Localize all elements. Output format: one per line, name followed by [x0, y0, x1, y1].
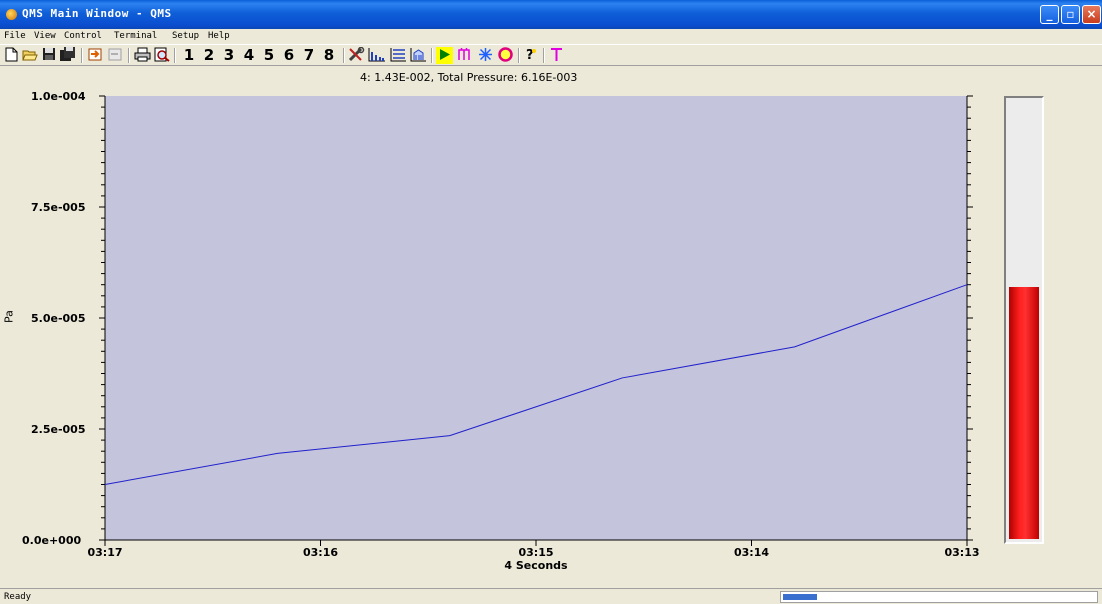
text-icon[interactable]: [548, 47, 565, 64]
x-tick-label: 03:17: [87, 546, 122, 559]
restore-button[interactable]: ▫: [1061, 5, 1080, 24]
new-file-icon[interactable]: [4, 47, 18, 64]
y-tick-label: 2.5e-005: [31, 423, 85, 436]
menu-bar: File View Control Terminal Setup Help: [0, 29, 1102, 44]
status-text: Ready: [4, 592, 32, 602]
list-icon[interactable]: [390, 47, 407, 64]
print-preview-icon[interactable]: [154, 47, 170, 64]
x-axis-label: 4 Seconds: [504, 559, 568, 572]
scan-icon[interactable]: [457, 47, 474, 64]
progress-bar: [780, 591, 1098, 603]
toolbar-separator: [343, 48, 345, 63]
channel-4-button[interactable]: 4: [240, 47, 258, 64]
toolbar: 1 2 3 4 5 6 7 8 ?: [0, 44, 1102, 66]
channel-3-button[interactable]: 3: [220, 47, 238, 64]
print-icon[interactable]: [134, 47, 151, 64]
channel-6-button[interactable]: 6: [280, 47, 298, 64]
menu-terminal[interactable]: Terminal: [114, 31, 157, 41]
save-icon[interactable]: [41, 47, 56, 64]
open-folder-icon[interactable]: [22, 47, 38, 64]
channel-5-button[interactable]: 5: [260, 47, 278, 64]
table-icon[interactable]: [410, 47, 427, 64]
channel-7-button[interactable]: 7: [300, 47, 318, 64]
x-tick-label: 03:15: [518, 546, 553, 559]
y-axis-label: Pa: [2, 310, 16, 323]
save-all-icon[interactable]: [59, 47, 76, 64]
pressure-gauge: [1004, 96, 1044, 544]
gauge-fill: [1009, 287, 1039, 539]
import-icon[interactable]: [87, 47, 103, 64]
window-title: QMS Main Window - QMS: [22, 7, 172, 20]
toolbar-separator: [543, 48, 545, 63]
y-tick-label: 5.0e-005: [31, 312, 85, 325]
play-icon[interactable]: [436, 47, 453, 64]
channel-2-button[interactable]: 2: [200, 47, 218, 64]
toolbar-separator: [81, 48, 83, 63]
help-icon[interactable]: ?: [522, 47, 539, 64]
x-tick-label: 03:14: [734, 546, 769, 559]
x-tick-label: 03:13: [944, 546, 979, 559]
toolbar-separator: [174, 48, 176, 63]
y-tick-label: 7.5e-005: [31, 201, 85, 214]
menu-setup[interactable]: Setup: [172, 31, 199, 41]
y-tick-label: 0.0e+000: [22, 534, 81, 547]
app-icon: [6, 9, 17, 20]
circle-icon[interactable]: [497, 47, 514, 64]
menu-help[interactable]: Help: [208, 31, 230, 41]
y-tick-label: 1.0e-004: [31, 90, 86, 103]
export-icon[interactable]: [107, 47, 123, 64]
title-bar: QMS Main Window - QMS _ ▫ ×: [0, 0, 1102, 29]
pressure-chart: 0.0e+000 2.5e-005 5.0e-005 7.5e-005 1.0e…: [22, 90, 980, 572]
x-tick-label: 03:16: [303, 546, 338, 559]
menu-file[interactable]: File: [4, 31, 26, 41]
toolbar-separator: [518, 48, 520, 63]
channel-8-button[interactable]: 8: [320, 47, 338, 64]
menu-view[interactable]: View: [34, 31, 56, 41]
plot-background: [105, 96, 967, 540]
close-button[interactable]: ×: [1082, 5, 1101, 24]
progress-fill: [783, 594, 818, 600]
toolbar-separator: [128, 48, 130, 63]
asterisk-icon[interactable]: [477, 47, 494, 64]
menu-control[interactable]: Control: [64, 31, 102, 41]
toolbar-separator: [431, 48, 433, 63]
channel-1-button[interactable]: 1: [180, 47, 198, 64]
tools-icon[interactable]: [348, 46, 365, 64]
bar-graph-icon[interactable]: [368, 47, 386, 64]
status-bar: Ready: [0, 588, 1102, 604]
minimize-button[interactable]: _: [1040, 5, 1059, 24]
